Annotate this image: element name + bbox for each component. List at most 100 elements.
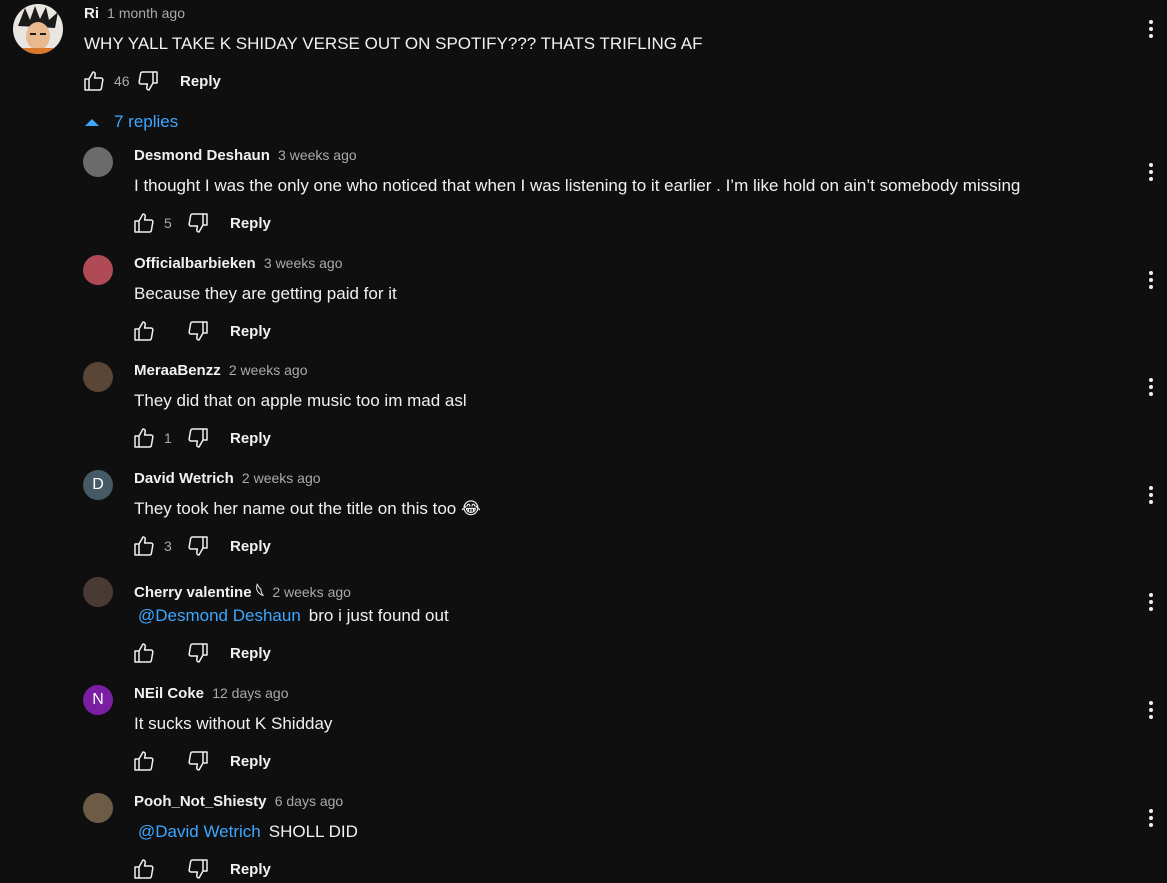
dislike-button[interactable] (184, 424, 212, 452)
comment-text: They did that on apple music too im mad … (134, 391, 467, 411)
thumbs-up-icon (134, 536, 154, 556)
comment-body: bro i just found out (308, 606, 449, 625)
more-actions-button[interactable] (1139, 698, 1163, 722)
more-actions-button[interactable] (1139, 483, 1163, 507)
comment-author[interactable]: Pooh_Not_Shiesty (134, 793, 267, 810)
comment-time[interactable]: 1 month ago (107, 5, 185, 21)
like-button[interactable] (80, 67, 108, 95)
like-button[interactable] (130, 532, 158, 560)
avatar[interactable]: N (83, 685, 113, 715)
thumbs-down-icon (138, 71, 158, 91)
comment-time[interactable]: 2 weeks ago (242, 470, 321, 486)
comment-body: Because they are getting paid for it (134, 284, 397, 303)
three-dots-vertical-icon (1149, 593, 1153, 611)
reply-button[interactable]: Reply (230, 645, 271, 662)
more-actions-button[interactable] (1139, 160, 1163, 184)
comment-body: SHOLL DID (268, 822, 358, 841)
dislike-button[interactable] (184, 747, 212, 775)
comment-time[interactable]: 6 days ago (275, 793, 344, 809)
comment-author[interactable]: David Wetrich (134, 470, 234, 487)
comment-actions: Reply (130, 639, 271, 667)
avatar-letter: N (92, 691, 104, 708)
comment-author[interactable]: Cherry valentine 𓆩 (134, 584, 264, 601)
comment-body: They did that on apple music too im mad … (134, 391, 467, 410)
dislike-button[interactable] (184, 639, 212, 667)
thumbs-down-icon (188, 751, 208, 771)
thumbs-up-icon (134, 321, 154, 341)
thumbs-down-icon (188, 859, 208, 879)
thumbs-down-icon (188, 213, 208, 233)
more-actions-button[interactable] (1139, 590, 1163, 614)
avatar[interactable]: D (83, 470, 113, 500)
like-count: 3 (164, 538, 172, 554)
comment-time[interactable]: 3 weeks ago (264, 255, 343, 271)
thumbs-down-icon (188, 536, 208, 556)
comment-author[interactable]: Desmond Deshaun (134, 147, 270, 164)
reply-button[interactable]: Reply (230, 861, 271, 878)
like-count: 46 (114, 73, 130, 89)
replies-toggle[interactable]: 7 replies (84, 112, 178, 132)
comment-time[interactable]: 3 weeks ago (278, 147, 357, 163)
more-actions-button[interactable] (1139, 17, 1163, 41)
comment-actions: 1 Reply (130, 424, 271, 452)
avatar[interactable] (83, 255, 113, 285)
three-dots-vertical-icon (1149, 271, 1153, 289)
comment-text: Because they are getting paid for it (134, 284, 397, 304)
like-button[interactable] (130, 209, 158, 237)
comment-actions: 46 Reply (80, 67, 221, 95)
dislike-button[interactable] (134, 67, 162, 95)
comment-text: I thought I was the only one who noticed… (134, 176, 1020, 196)
reply-button[interactable]: Reply (230, 430, 271, 447)
mention-link[interactable]: @David Wetrich (138, 822, 261, 841)
thumbs-up-icon (134, 751, 154, 771)
like-button[interactable] (130, 639, 158, 667)
comment-actions: Reply (130, 317, 271, 345)
three-dots-vertical-icon (1149, 378, 1153, 396)
more-actions-button[interactable] (1139, 375, 1163, 399)
comment-time[interactable]: 2 weeks ago (229, 362, 308, 378)
like-button[interactable] (130, 424, 158, 452)
three-dots-vertical-icon (1149, 20, 1153, 38)
dislike-button[interactable] (184, 209, 212, 237)
comment-text: WHY YALL TAKE K SHIDAY VERSE OUT ON SPOT… (84, 34, 703, 53)
reply-button[interactable]: Reply (230, 323, 271, 340)
comment-author[interactable]: MeraaBenzz (134, 362, 221, 379)
like-button[interactable] (130, 855, 158, 883)
dislike-button[interactable] (184, 317, 212, 345)
comment-text: They took her name out the title on this… (134, 499, 481, 519)
comment-body: They took her name out the title on this… (134, 499, 481, 518)
comment-body: It sucks without K Shidday (134, 714, 333, 733)
dislike-button[interactable] (184, 855, 212, 883)
comment-author[interactable]: NEil Coke (134, 685, 204, 702)
comment-author[interactable]: Ri (84, 5, 99, 22)
mention-link[interactable]: @Desmond Deshaun (138, 606, 301, 625)
comment-actions: Reply (130, 747, 271, 775)
reply-button[interactable]: Reply (230, 538, 271, 555)
comment-text: It sucks without K Shidday (134, 714, 332, 734)
comment-time[interactable]: 2 weeks ago (272, 584, 351, 600)
avatar[interactable] (83, 147, 113, 177)
avatar[interactable] (83, 793, 113, 823)
thumbs-up-icon (134, 213, 154, 233)
comment-text: @David Wetrich SHOLL DID (134, 822, 358, 842)
avatar[interactable] (13, 4, 63, 54)
reply-button[interactable]: Reply (230, 215, 271, 232)
like-count: 5 (164, 215, 172, 231)
dislike-button[interactable] (184, 532, 212, 560)
chevron-up-icon (85, 119, 99, 126)
thumbs-up-icon (134, 428, 154, 448)
three-dots-vertical-icon (1149, 486, 1153, 504)
avatar[interactable] (83, 362, 113, 392)
goku-avatar-icon (13, 4, 63, 54)
avatar[interactable] (83, 577, 113, 607)
thumbs-down-icon (188, 428, 208, 448)
like-button[interactable] (130, 317, 158, 345)
reply-button[interactable]: Reply (180, 73, 221, 90)
thumbs-up-icon (84, 71, 104, 91)
comment-author[interactable]: Officialbarbieken (134, 255, 256, 272)
more-actions-button[interactable] (1139, 806, 1163, 830)
like-button[interactable] (130, 747, 158, 775)
more-actions-button[interactable] (1139, 268, 1163, 292)
reply-button[interactable]: Reply (230, 753, 271, 770)
comment-time[interactable]: 12 days ago (212, 685, 288, 701)
